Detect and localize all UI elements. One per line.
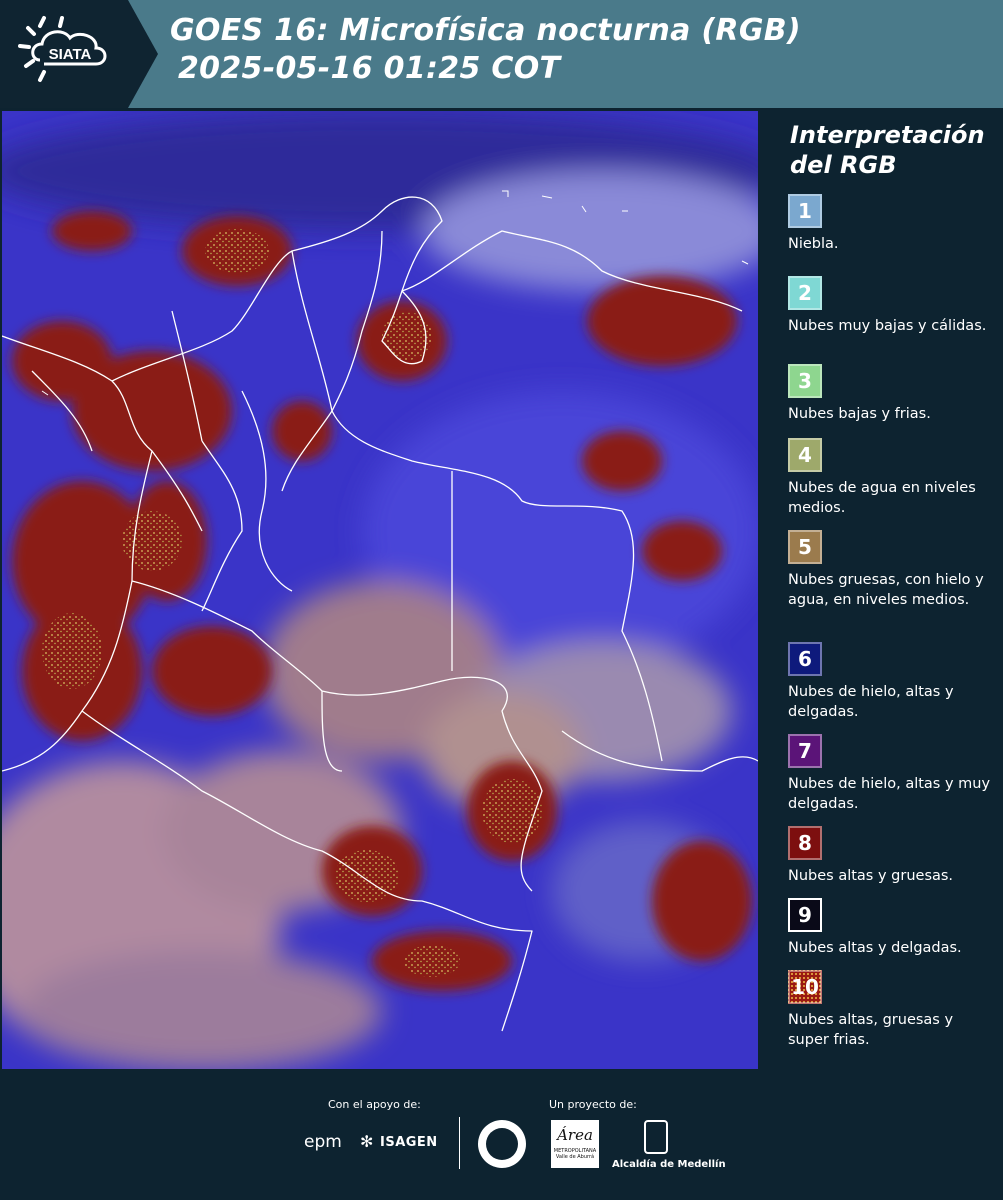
legend-label-1: Niebla.: [788, 236, 839, 252]
header: SIATA GOES 16: Microfísica nocturna (RGB…: [0, 0, 1003, 108]
rgb-legend: Interpretación del RGB 1 Niebla. 2 Nubes…: [762, 108, 1003, 1070]
legend-item-1: 1 Niebla.: [788, 194, 998, 254]
legend-swatch-3: 3: [788, 364, 822, 398]
legend-label-10: Nubes altas, gruesas y super frias.: [788, 1012, 954, 1048]
title-line-2-timestamp: 2025-05-16 01:25 COT: [178, 51, 561, 86]
legend-swatch-5: 5: [788, 530, 822, 564]
legend-item-9: 9 Nubes altas y delgadas.: [788, 898, 998, 958]
legend-title: Interpretación del RGB: [790, 120, 985, 180]
legend-title-line-2: del RGB: [790, 151, 897, 179]
legend-item-5: 5 Nubes gruesas, con hielo y agua, en ni…: [788, 530, 998, 610]
legend-swatch-1: 1: [788, 194, 822, 228]
university-seal-icon: [478, 1120, 526, 1168]
legend-swatch-4: 4: [788, 438, 822, 472]
legend-swatch-7: 7: [788, 734, 822, 768]
legend-item-3: 3 Nubes bajas y frias.: [788, 364, 998, 424]
legend-swatch-9: 9: [788, 898, 822, 932]
legend-title-line-1: Interpretación: [790, 121, 985, 149]
area-metropolitana-logo: Área METROPOLITANA Valle de Aburrá: [551, 1120, 599, 1168]
legend-label-4: Nubes de agua en niveles medios.: [788, 480, 976, 516]
title-line-1: GOES 16: Microfísica nocturna (RGB): [170, 13, 801, 48]
isagen-icon: ✻: [360, 1132, 374, 1151]
legend-swatch-10: 10: [788, 970, 822, 1004]
footer: Con el apoyo de: Un proyecto de: epm ✻ I…: [0, 1070, 1003, 1200]
satellite-map[interactable]: [2, 111, 758, 1069]
legend-label-6: Nubes de hielo, altas y delgadas.: [788, 684, 954, 720]
area-logo-sub2: Valle de Aburrá: [555, 1154, 595, 1160]
legend-item-10: 10 Nubes altas, gruesas y super frias.: [788, 970, 998, 1050]
divider: [459, 1117, 460, 1169]
support-label: Con el apoyo de:: [328, 1098, 421, 1111]
siata-logo: SIATA: [0, 0, 158, 108]
legend-swatch-6: 6: [788, 642, 822, 676]
legend-swatch-2: 2: [788, 276, 822, 310]
legend-swatch-8: 8: [788, 826, 822, 860]
svg-text:SIATA: SIATA: [49, 46, 92, 63]
area-logo-name: Área: [557, 1126, 593, 1144]
legend-item-4: 4 Nubes de agua en niveles medios.: [788, 438, 998, 518]
page-title: GOES 16: Microfísica nocturna (RGB) 2025…: [170, 12, 801, 88]
legend-item-2: 2 Nubes muy bajas y cálidas.: [788, 276, 998, 336]
legend-item-7: 7 Nubes de hielo, altas y muy delgadas.: [788, 734, 998, 814]
medellin-shield-icon: [644, 1120, 668, 1154]
project-label: Un proyecto de:: [549, 1098, 637, 1111]
legend-label-7: Nubes de hielo, altas y muy delgadas.: [788, 776, 991, 812]
isagen-logo: ISAGEN: [380, 1135, 438, 1150]
legend-label-9: Nubes altas y delgadas.: [788, 940, 962, 956]
legend-item-6: 6 Nubes de hielo, altas y delgadas.: [788, 642, 998, 722]
legend-item-8: 8 Nubes altas y gruesas.: [788, 826, 998, 886]
legend-label-8: Nubes altas y gruesas.: [788, 868, 954, 884]
epm-logo: epm: [304, 1132, 342, 1152]
legend-label-5: Nubes gruesas, con hielo y agua, en nive…: [788, 572, 984, 608]
legend-label-2: Nubes muy bajas y cálidas.: [788, 318, 987, 334]
legend-label-3: Nubes bajas y frias.: [788, 406, 931, 422]
alcaldia-medellin-logo: Alcaldía de Medellín: [612, 1159, 726, 1170]
